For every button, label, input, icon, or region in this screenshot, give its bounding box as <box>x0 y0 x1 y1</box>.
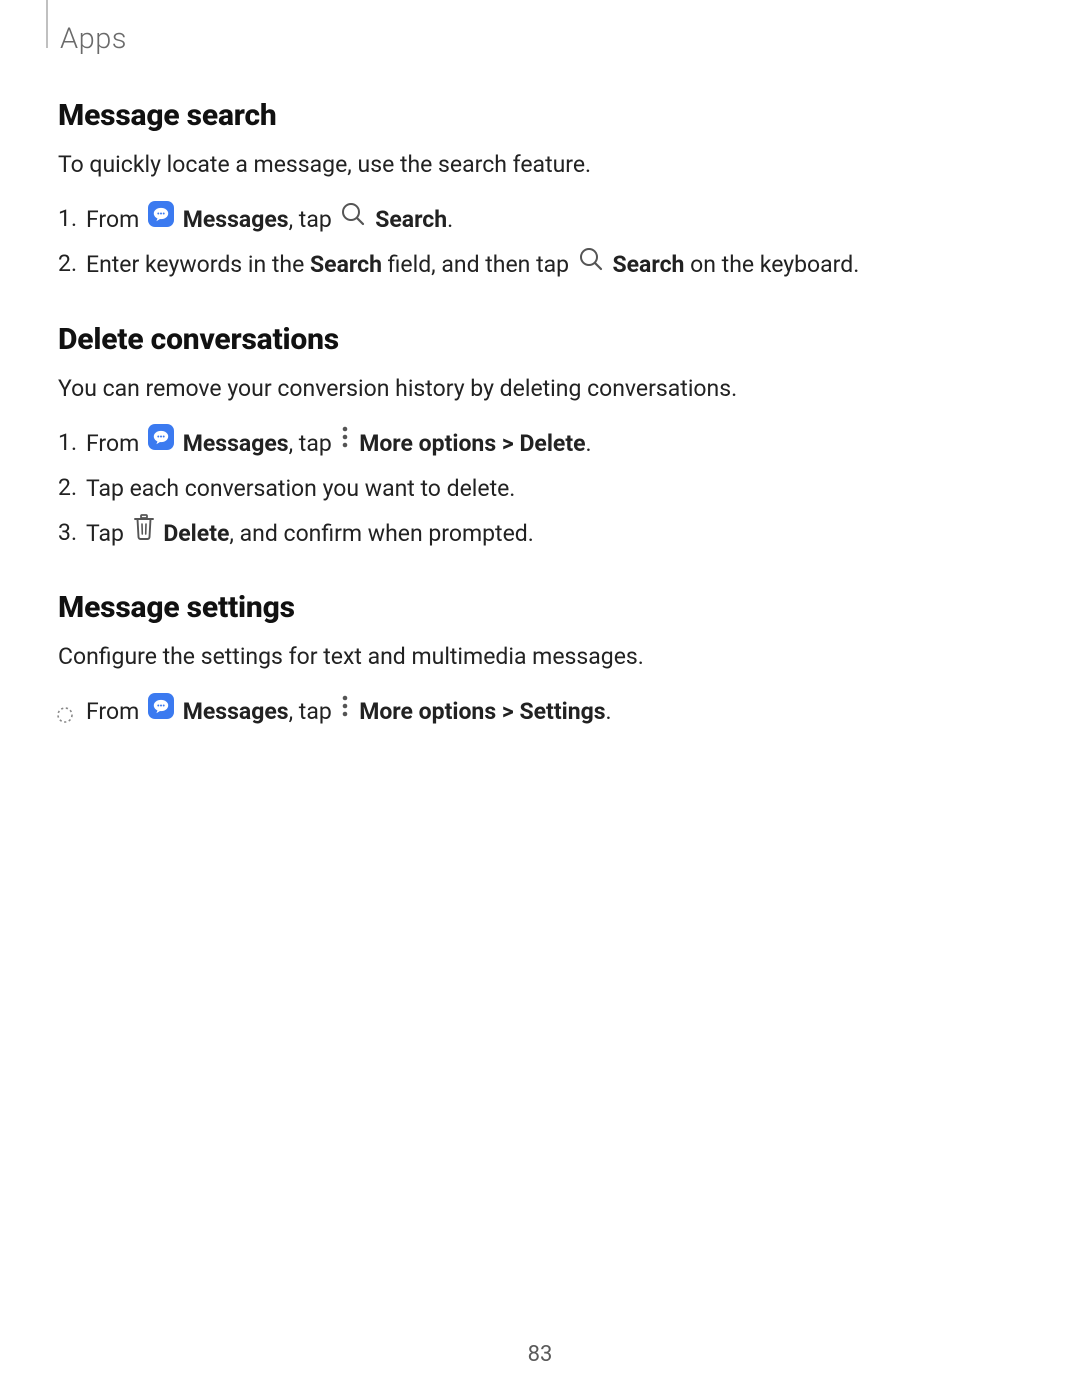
step-text: From <box>86 430 145 457</box>
search-label: Search <box>375 206 447 233</box>
page-content: Message search To quickly locate a messa… <box>0 56 1080 730</box>
messages-label: Messages <box>183 698 289 725</box>
step-text: From <box>86 206 145 233</box>
step-text: field, and then tap <box>382 252 575 279</box>
steps-delete-conversations: From Messages, tap More options > Delete… <box>58 425 1022 552</box>
messages-app-icon <box>148 693 174 730</box>
section-delete-conversations: Delete conversations You can remove your… <box>58 322 1022 552</box>
search-field-label: Search <box>310 252 382 279</box>
intro-delete-conversations: You can remove your conversion history b… <box>58 373 1022 405</box>
magnifier-icon <box>340 201 366 238</box>
intro-message-settings: Configure the settings for text and mult… <box>58 641 1022 673</box>
three-dots-vertical-icon <box>340 693 350 730</box>
step-text: From <box>86 698 145 725</box>
steps-message-settings: From Messages, tap More options > Settin… <box>58 693 1022 730</box>
section-message-settings: Message settings Configure the settings … <box>58 590 1022 730</box>
step-text: Tap <box>86 520 130 547</box>
messages-label: Messages <box>183 430 289 457</box>
header-rule <box>46 0 48 48</box>
heading-delete-conversations: Delete conversations <box>58 322 1022 357</box>
section-message-search: Message search To quickly locate a messa… <box>58 98 1022 284</box>
search-keyboard-label: Search <box>612 252 684 279</box>
step-text: . <box>606 698 612 725</box>
step-item: Tap Delete, and confirm when prompted. <box>86 515 1022 552</box>
step-text: , tap <box>289 698 338 725</box>
magnifier-icon <box>578 246 604 283</box>
delete-label: Delete <box>163 520 229 547</box>
chevron-text: > <box>496 698 519 725</box>
chevron-text: > <box>496 430 519 457</box>
step-text: . <box>447 206 453 233</box>
step-text: on the keyboard. <box>684 252 859 279</box>
trash-icon <box>133 514 155 551</box>
heading-message-search: Message search <box>58 98 1022 133</box>
page-header: Apps <box>0 0 1080 56</box>
step-item: From Messages, tap More options > Delete… <box>86 425 1022 462</box>
delete-label: Delete <box>519 430 585 457</box>
header-title: Apps <box>60 22 1080 56</box>
page-number: 83 <box>0 1342 1080 1367</box>
step-item: From Messages, tap More options > Settin… <box>86 693 1022 730</box>
three-dots-vertical-icon <box>340 424 350 461</box>
more-options-label: More options <box>359 430 496 457</box>
step-item: Enter keywords in the Search field, and … <box>86 246 1022 283</box>
more-options-label: More options <box>359 698 496 725</box>
step-item: From Messages, tap Search. <box>86 201 1022 238</box>
step-text: , tap <box>289 206 338 233</box>
messages-app-icon <box>148 424 174 461</box>
step-item: Tap each conversation you want to delete… <box>86 470 1022 507</box>
messages-app-icon <box>148 201 174 238</box>
step-text: , and confirm when prompted. <box>229 520 533 547</box>
step-text: Tap each conversation you want to delete… <box>86 475 515 502</box>
settings-label: Settings <box>519 698 605 725</box>
messages-label: Messages <box>183 206 289 233</box>
steps-message-search: From Messages, tap Search. Enter keyword… <box>58 201 1022 283</box>
dashed-circle-icon <box>56 699 74 735</box>
step-text: , tap <box>289 430 338 457</box>
step-text: . <box>586 430 592 457</box>
step-text: Enter keywords in the <box>86 252 310 279</box>
heading-message-settings: Message settings <box>58 590 1022 625</box>
intro-message-search: To quickly locate a message, use the sea… <box>58 149 1022 181</box>
